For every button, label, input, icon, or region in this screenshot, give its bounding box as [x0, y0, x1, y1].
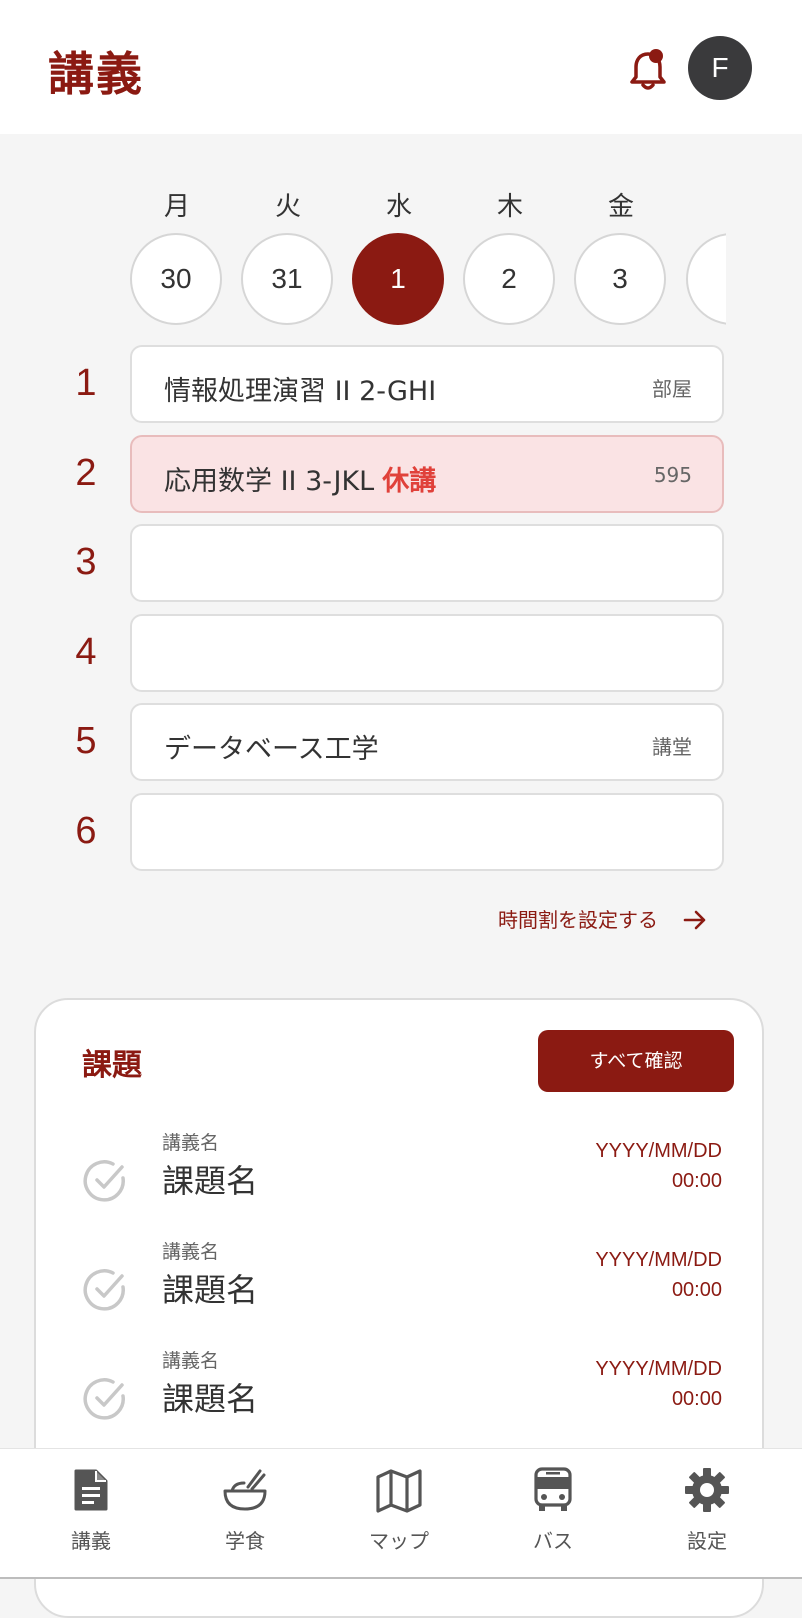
task-item[interactable]: 講義名 課題名 YYYY/MM/DD 00:00: [36, 1237, 766, 1337]
nav-label: 講義: [71, 1529, 111, 1553]
bowl-icon: [223, 1469, 267, 1511]
room-label: 595: [653, 463, 692, 487]
period-card-cancelled[interactable]: 応用数学 II 3-JKL 休講 595: [130, 435, 724, 513]
task-course-name: 講義名: [162, 1350, 220, 1372]
task-course-name: 講義名: [162, 1132, 220, 1154]
nav-item-settings[interactable]: 設定: [632, 1449, 782, 1577]
period-card[interactable]: データベース工学 講堂: [130, 703, 724, 781]
task-due-date: YYYY/MM/DD: [595, 1249, 722, 1271]
task-due-date: YYYY/MM/DD: [595, 1140, 722, 1162]
date-button[interactable]: 2: [463, 233, 555, 325]
period-number: 1: [75, 362, 97, 404]
user-avatar[interactable]: F: [688, 36, 752, 100]
nav-item-cafeteria[interactable]: 学食: [170, 1449, 320, 1577]
room-label: 部屋: [652, 377, 692, 401]
task-due-time: 00:00: [671, 1279, 722, 1301]
task-name: 課題名: [162, 1380, 259, 1418]
map-icon: [376, 1469, 422, 1513]
bottom-navigation: 講義 学食 マップ バス 設定: [0, 1448, 802, 1579]
nav-item-bus[interactable]: バス: [478, 1449, 628, 1577]
check-circle-icon[interactable]: [82, 1156, 130, 1204]
task-due-date: YYYY/MM/DD: [595, 1358, 722, 1380]
course-name: データベース工学: [164, 734, 379, 765]
weekday-label: 火: [274, 192, 301, 222]
nav-label: マップ: [369, 1529, 429, 1553]
task-item[interactable]: 講義名 課題名 YYYY/MM/DD 00:00: [36, 1128, 766, 1228]
period-number: 4: [75, 631, 97, 673]
set-timetable-link[interactable]: 時間割を設定する: [498, 904, 728, 940]
cancelled-tag: 休講: [382, 466, 437, 497]
task-due: YYYY/MM/DD 00:00: [595, 1245, 722, 1305]
date-button[interactable]: 31: [241, 233, 333, 325]
nav-label: 学食: [225, 1529, 265, 1553]
room-label: 講堂: [652, 735, 692, 759]
arrow-right-icon: [683, 910, 706, 930]
document-icon: [74, 1469, 108, 1511]
date-button-selected[interactable]: 1: [352, 233, 444, 325]
period-card-empty[interactable]: [130, 793, 724, 871]
period-number: 6: [75, 810, 97, 852]
task-due: YYYY/MM/DD 00:00: [595, 1354, 722, 1414]
task-due: YYYY/MM/DD 00:00: [595, 1136, 722, 1196]
task-due-time: 00:00: [671, 1388, 722, 1410]
period-card-empty[interactable]: [130, 524, 724, 602]
check-circle-icon[interactable]: [82, 1374, 130, 1422]
period-card-empty[interactable]: [130, 614, 724, 692]
bus-icon: [534, 1467, 572, 1511]
tasks-title: 課題: [82, 1048, 142, 1083]
course-name-with-tag: 応用数学 II 3-JKL 休講: [164, 459, 436, 498]
app-header: 講義 F: [0, 0, 802, 134]
period-number: 5: [75, 720, 97, 762]
period-card[interactable]: 情報処理演習 II 2-GHI 部屋: [130, 345, 724, 423]
nav-label: 設定: [687, 1529, 727, 1553]
date-button[interactable]: 30: [130, 233, 222, 325]
nav-item-lectures[interactable]: 講義: [16, 1449, 166, 1577]
check-circle-icon[interactable]: [82, 1265, 130, 1313]
nav-item-map[interactable]: マップ: [324, 1449, 474, 1577]
confirm-all-button[interactable]: すべて確認: [538, 1030, 734, 1092]
weekday-header: 月 火 水 木 金: [130, 186, 726, 226]
task-due-time: 00:00: [671, 1170, 722, 1192]
weekday-label: 金: [607, 192, 634, 222]
period-number: 2: [75, 452, 97, 494]
course-name: 応用数学 II 3-JKL: [164, 466, 375, 497]
task-item[interactable]: 講義名 課題名 YYYY/MM/DD 00:00: [36, 1346, 766, 1446]
set-timetable-label: 時間割を設定する: [498, 908, 658, 932]
page-title: 講義: [48, 47, 144, 101]
task-name: 課題名: [162, 1271, 259, 1309]
weekday-label: 月: [163, 192, 190, 222]
gear-icon: [685, 1468, 729, 1512]
course-name: 情報処理演習 II 2-GHI: [164, 376, 437, 407]
weekday-label: 水: [385, 192, 412, 222]
period-number: 3: [75, 541, 97, 583]
notification-bell-icon[interactable]: [628, 46, 668, 92]
nav-label: バス: [533, 1529, 573, 1553]
weekday-label: 木: [496, 192, 523, 222]
date-button-partial[interactable]: [686, 233, 726, 325]
task-course-name: 講義名: [162, 1241, 220, 1263]
task-name: 課題名: [162, 1162, 259, 1200]
date-selector: 30 31 1 2 3: [130, 232, 726, 328]
date-button[interactable]: 3: [574, 233, 666, 325]
